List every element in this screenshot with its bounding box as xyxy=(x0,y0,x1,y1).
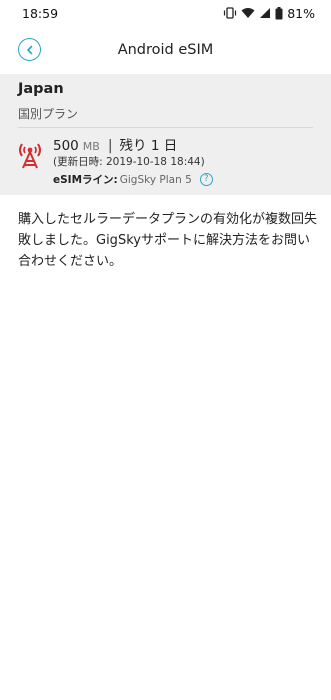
updated-timestamp: (更新日時: 2019-10-18 18:44) xyxy=(53,156,205,168)
esim-line: eSIMライン: GigSky Plan 5 ? xyxy=(53,172,213,187)
plan-country: Japan xyxy=(18,81,64,97)
plan-panel: Japan 国別プラン 500 MB | 残り 1 日 (更新日時: 2019-… xyxy=(0,74,331,195)
data-summary: 500 MB | 残り 1 日 xyxy=(53,134,177,154)
signal-icon xyxy=(259,7,271,19)
error-message: 購入したセルラーデータプランの有効化が複数回失敗しました。GigSkyサポートに… xyxy=(18,212,318,269)
help-icon[interactable]: ? xyxy=(199,173,213,186)
days-remaining: 残り 1 日 xyxy=(119,138,178,154)
data-unit: MB xyxy=(82,140,100,153)
battery-level: 81% xyxy=(287,5,315,21)
plan-type: 国別プラン xyxy=(18,107,79,121)
data-separator: | xyxy=(107,138,113,154)
esim-value: GigSky Plan 5 xyxy=(119,173,192,186)
antenna-icon xyxy=(16,140,44,170)
vibrate-icon xyxy=(223,7,237,19)
wifi-icon xyxy=(241,7,255,19)
status-icons: 81% xyxy=(223,6,315,21)
chevron-left-icon xyxy=(25,40,35,59)
data-amount: 500 xyxy=(53,138,79,154)
esim-label: eSIMライン: xyxy=(53,174,118,186)
battery-icon xyxy=(275,6,283,20)
status-time: 18:59 xyxy=(22,5,59,21)
back-button[interactable] xyxy=(18,38,41,61)
divider xyxy=(18,127,313,128)
page-title: Android eSIM xyxy=(117,42,214,58)
app-bar: Android eSIM xyxy=(0,26,331,74)
status-bar: 18:59 81% xyxy=(0,0,331,26)
